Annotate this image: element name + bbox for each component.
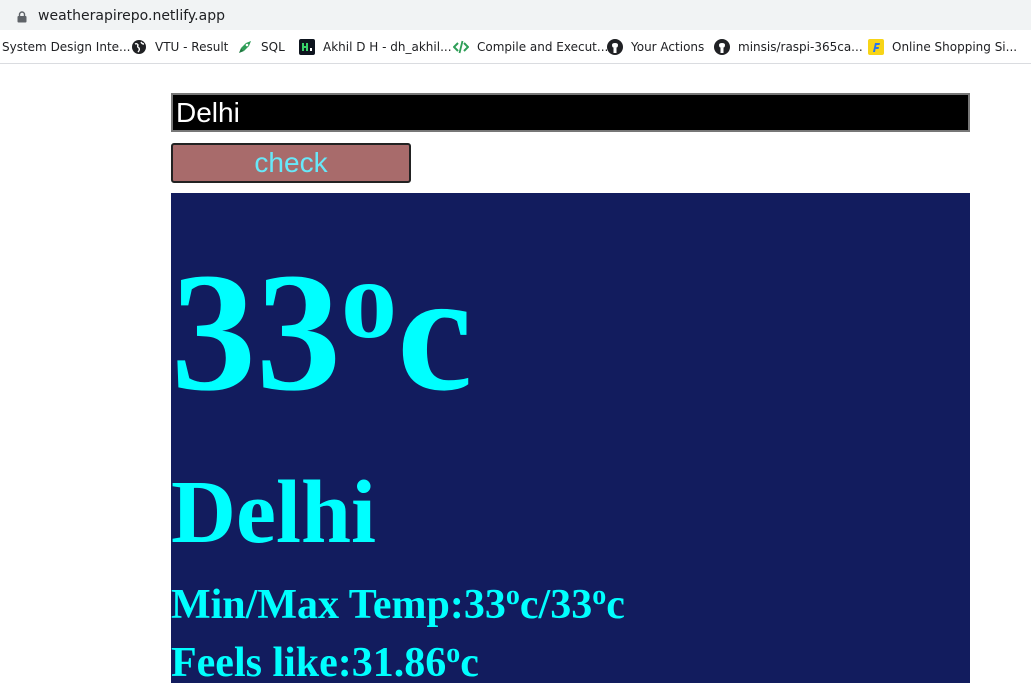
min-temp-value: 33 [463, 582, 506, 628]
feels-like-unit: c [460, 640, 479, 683]
bookmarks-bar: System Design Inte... VTU - Result SQL A… [0, 30, 1031, 64]
bookmark-minsis-raspi[interactable]: minsis/raspi-365ca... [714, 38, 863, 56]
github-icon [714, 39, 730, 55]
browser-address-bar: weatherapirepo.netlify.app [0, 0, 1031, 30]
min-max-temp: Min/Max Temp:33oc/33oc [171, 581, 625, 629]
bookmark-compile-execute[interactable]: Compile and Execut... [452, 38, 609, 56]
flipkart-icon [868, 39, 884, 55]
bookmark-system-design[interactable]: System Design Inte... [2, 38, 130, 56]
temperature-display: 33oc [171, 244, 472, 420]
min-temp-degree: o [505, 580, 520, 611]
bookmark-your-actions[interactable]: Your Actions [607, 38, 704, 56]
bookmark-label: Online Shopping Si... [892, 40, 1018, 54]
temperature-value: 33 [171, 238, 341, 426]
bookmark-label: Akhil D H - dh_akhil... [323, 40, 452, 54]
feels-like-degree: o [446, 638, 461, 669]
city-search-input[interactable] [171, 93, 970, 132]
max-temp-value: 33 [550, 582, 593, 628]
check-button[interactable]: check [171, 143, 411, 183]
bookmark-hackerrank[interactable]: Akhil D H - dh_akhil... [299, 38, 452, 56]
rocket-icon [237, 39, 253, 55]
max-temp-unit: c [606, 582, 625, 628]
temperature-unit: c [397, 238, 473, 426]
bookmark-label: minsis/raspi-365ca... [738, 40, 863, 54]
hackerrank-icon [299, 39, 315, 55]
min-max-label: Min/Max Temp: [171, 582, 464, 628]
bookmark-label: System Design Inte... [2, 40, 131, 54]
url-text[interactable]: weatherapirepo.netlify.app [38, 8, 225, 24]
bookmark-label: SQL [261, 40, 285, 54]
globe-icon [131, 39, 147, 55]
max-temp-degree: o [592, 580, 607, 611]
bookmark-label: Compile and Execut... [477, 40, 609, 54]
weather-panel: 33oc Delhi Min/Max Temp:33oc/33oc Feels … [171, 193, 970, 683]
min-temp-unit: c [519, 582, 539, 628]
github-icon [607, 39, 623, 55]
city-name: Delhi [171, 463, 377, 562]
bookmark-vtu-result[interactable]: VTU - Result [131, 38, 228, 56]
bookmark-sql[interactable]: SQL [237, 38, 285, 56]
url-box[interactable]: weatherapirepo.netlify.app [0, 2, 1031, 28]
temperature-degree: o [341, 238, 397, 362]
lock-icon[interactable] [17, 10, 27, 23]
feels-like: Feels like:31.86oc [171, 639, 479, 683]
feels-like-value: 31.86 [351, 640, 447, 683]
code-icon [452, 39, 470, 55]
min-max-separator: / [538, 582, 551, 628]
bookmark-online-shopping[interactable]: Online Shopping Si... [868, 38, 1017, 56]
bookmark-label: Your Actions [631, 40, 705, 54]
bookmark-label: VTU - Result [155, 40, 229, 54]
feels-like-label: Feels like: [171, 640, 352, 683]
